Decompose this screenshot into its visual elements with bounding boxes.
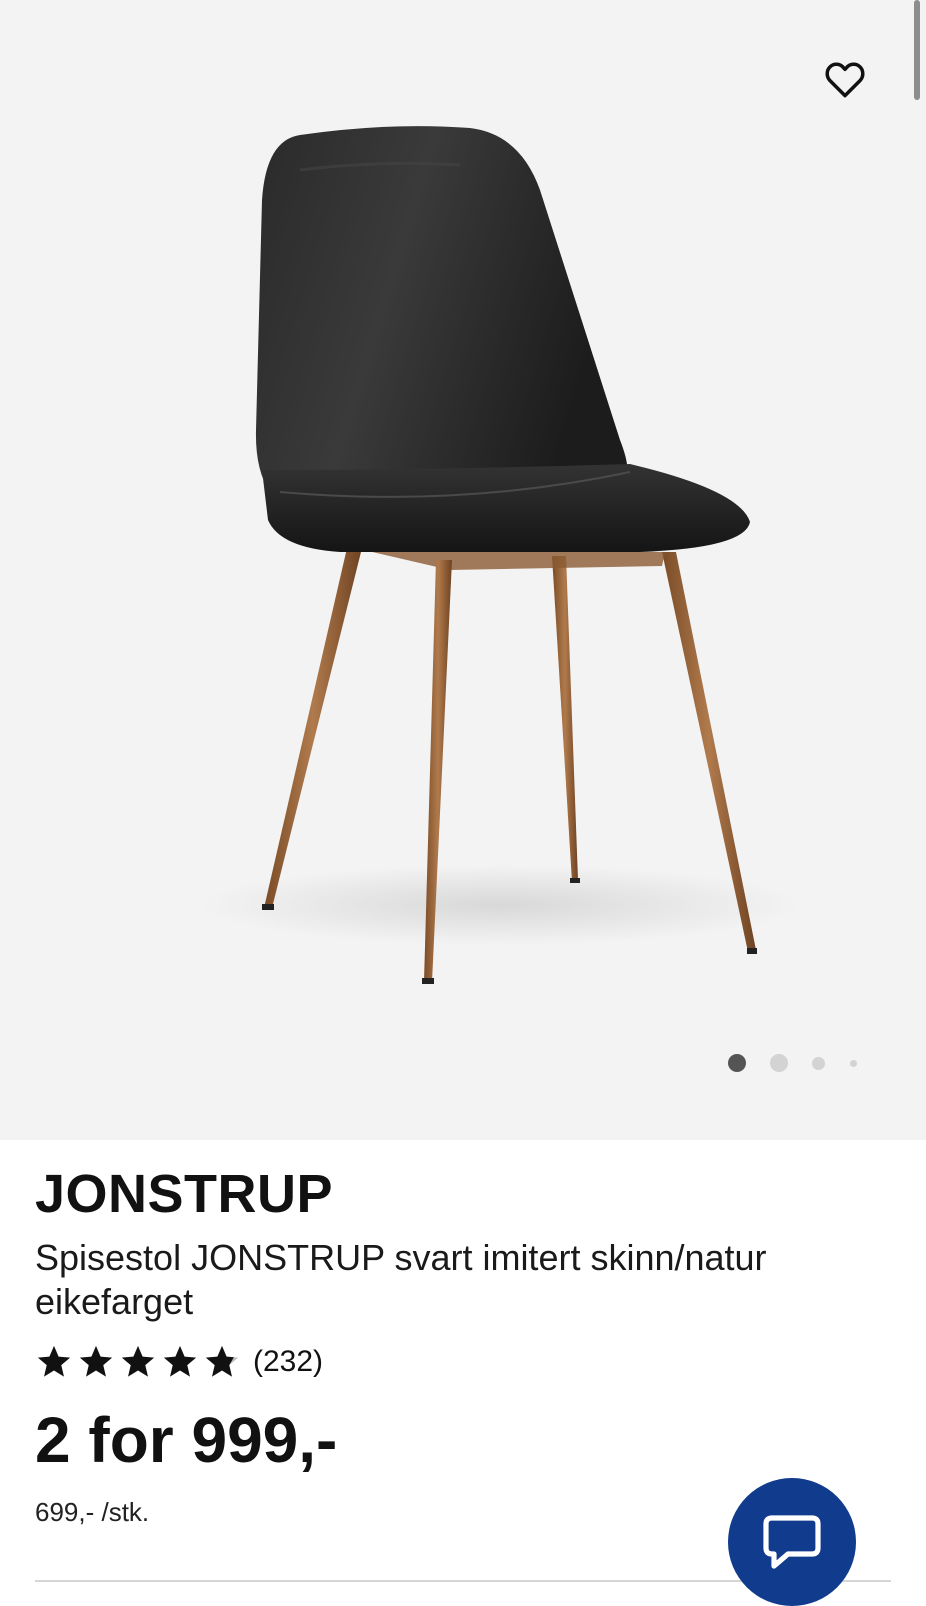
star-half-icon bbox=[205, 1345, 239, 1377]
chat-bubble-icon bbox=[763, 1515, 821, 1569]
star-icon bbox=[37, 1345, 71, 1377]
product-rating[interactable]: (232) bbox=[35, 1342, 323, 1382]
gallery-dot-2[interactable] bbox=[770, 1054, 788, 1072]
product-price: 2 for 999,- bbox=[35, 1404, 338, 1476]
star-icon bbox=[79, 1345, 113, 1377]
page-scrollbar[interactable] bbox=[914, 0, 920, 100]
heart-outline-icon bbox=[825, 62, 865, 98]
gallery-dot-4[interactable] bbox=[850, 1060, 857, 1067]
product-brand: JONSTRUP bbox=[35, 1164, 334, 1224]
favorite-button[interactable] bbox=[822, 56, 868, 102]
gallery-pagination bbox=[728, 1052, 868, 1072]
star-icon bbox=[121, 1345, 155, 1377]
chat-button[interactable] bbox=[728, 1478, 856, 1606]
product-description: Spisestol JONSTRUP svart imitert skinn/n… bbox=[35, 1237, 767, 1322]
gallery-dot-1[interactable] bbox=[728, 1054, 746, 1072]
rating-stars bbox=[35, 1343, 241, 1381]
product-image bbox=[200, 126, 800, 984]
gallery-dot-3[interactable] bbox=[812, 1057, 825, 1070]
rating-count: (232) bbox=[253, 1345, 324, 1378]
star-icon bbox=[163, 1345, 197, 1377]
unit-price: 699,- /stk. bbox=[35, 1497, 150, 1527]
product-gallery[interactable] bbox=[0, 0, 926, 1140]
